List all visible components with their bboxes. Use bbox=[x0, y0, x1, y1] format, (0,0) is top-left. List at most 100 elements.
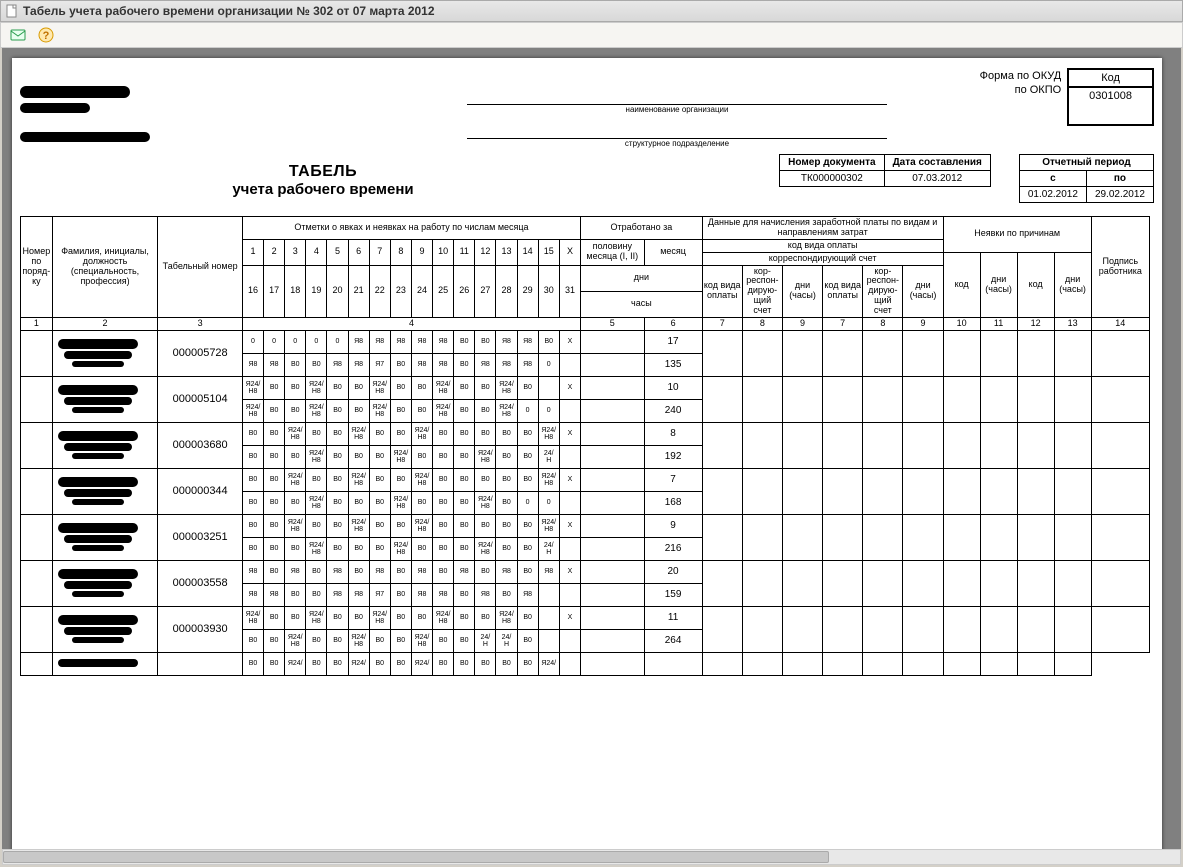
month-days: 20 bbox=[644, 560, 702, 583]
day-header-3: 3 bbox=[285, 239, 306, 265]
day-header-31: 31 bbox=[559, 265, 580, 317]
col-paycode-hdr: код вида оплаты bbox=[702, 239, 943, 252]
col-acc2: кор-респон-дирую-щий счет bbox=[863, 265, 903, 317]
half-days bbox=[581, 330, 644, 353]
period-to: 29.02.2012 bbox=[1086, 187, 1153, 203]
employee-name bbox=[52, 468, 158, 514]
day-header-22: 22 bbox=[369, 265, 390, 317]
half-hours bbox=[581, 445, 644, 468]
month-hours: 264 bbox=[644, 629, 702, 652]
half-hours bbox=[581, 491, 644, 514]
doc-num-value: ТК000000302 bbox=[780, 171, 884, 187]
okpo-label: по ОКПО bbox=[1015, 84, 1062, 96]
employee-row: 000005104Я24/Н8В0В0Я24/Н8В0В0Я24/Н8В0В0Я… bbox=[21, 376, 1150, 399]
month-hours: 168 bbox=[644, 491, 702, 514]
doc-date-value: 07.03.2012 bbox=[884, 171, 990, 187]
day-header-23: 23 bbox=[390, 265, 411, 317]
day-header-13: 13 bbox=[496, 239, 517, 265]
okpo-value bbox=[1069, 106, 1152, 124]
employee-tabnum: 000005104 bbox=[158, 376, 243, 422]
half-hours bbox=[581, 353, 644, 376]
col-dh2: дни (часы) bbox=[903, 265, 943, 317]
toolbar: ? bbox=[0, 22, 1183, 48]
col-acc-hdr: корреспондирующий счет bbox=[702, 252, 943, 265]
day-header-21: 21 bbox=[348, 265, 369, 317]
half-days bbox=[581, 514, 644, 537]
day-header-19: 19 bbox=[306, 265, 327, 317]
half-days bbox=[581, 422, 644, 445]
col-number: Номер по поряд-ку bbox=[21, 217, 53, 318]
day-header-26: 26 bbox=[454, 265, 475, 317]
period-from: 01.02.2012 bbox=[1019, 187, 1086, 203]
day-header-15: 15 bbox=[538, 239, 559, 265]
col-fio: Фамилия, инициалы, должность (специально… bbox=[52, 217, 158, 318]
title-line1: ТАБЕЛЬ bbox=[28, 163, 618, 181]
employee-tabnum: 000003680 bbox=[158, 422, 243, 468]
redacted-text bbox=[20, 132, 150, 142]
col-tabnum: Табельный номер bbox=[158, 217, 243, 318]
doc-date-label: Дата составления bbox=[884, 155, 990, 171]
day-header-28: 28 bbox=[496, 265, 517, 317]
employee-tabnum: 000003558 bbox=[158, 560, 243, 606]
day-header-6: 6 bbox=[348, 239, 369, 265]
scrollbar-thumb[interactable] bbox=[3, 851, 829, 863]
col-half: половину месяца (I, II) bbox=[581, 239, 644, 265]
col-sign: Подпись работника bbox=[1091, 217, 1149, 318]
col-days: дни bbox=[581, 265, 703, 291]
employee-row: 000003680В0В0Я24/Н8В0В0Я24/Н8В0В0Я24/Н8В… bbox=[21, 422, 1150, 445]
code-box: Код 0301008 bbox=[1067, 68, 1154, 126]
doc-num-label: Номер документа bbox=[780, 155, 884, 171]
period-from-label: с bbox=[1019, 171, 1086, 187]
month-days: 9 bbox=[644, 514, 702, 537]
day-header-27: 27 bbox=[475, 265, 496, 317]
day-header-7: 7 bbox=[369, 239, 390, 265]
day-header-12: 12 bbox=[475, 239, 496, 265]
day-header-16: 16 bbox=[242, 265, 263, 317]
window-title: Табель учета рабочего времени организаци… bbox=[23, 4, 435, 18]
okud-value: 0301008 bbox=[1069, 88, 1152, 106]
period-label: Отчетный период bbox=[1019, 155, 1153, 171]
help-button[interactable]: ? bbox=[35, 24, 57, 46]
window-titlebar: Табель учета рабочего времени организаци… bbox=[0, 0, 1183, 22]
employee-name bbox=[52, 376, 158, 422]
day-header-2: 2 bbox=[264, 239, 285, 265]
employee-row: 000003251В0В0Я24/Н8В0В0Я24/Н8В0В0Я24/Н8В… bbox=[21, 514, 1150, 537]
employee-row: 000000344В0В0Я24/Н8В0В0Я24/Н8В0В0Я24/Н8В… bbox=[21, 468, 1150, 491]
day-header-18: 18 bbox=[285, 265, 306, 317]
code-header: Код bbox=[1069, 70, 1152, 88]
half-days bbox=[581, 468, 644, 491]
envelope-green-icon bbox=[10, 28, 26, 42]
employee-name bbox=[52, 514, 158, 560]
timesheet-table: Номер по поряд-куФамилия, инициалы, долж… bbox=[20, 216, 1150, 676]
month-days: 7 bbox=[644, 468, 702, 491]
employee-row: 000003558Я8В0Я8В0Я8В0Я8В0Я8В0Я8В0Я8В0Я8Х… bbox=[21, 560, 1150, 583]
col-worked: Отработано за bbox=[581, 217, 703, 240]
half-hours bbox=[581, 399, 644, 422]
col-acc: кор-респон-дирую-щий счет bbox=[742, 265, 782, 317]
dept-label: структурное подразделение bbox=[450, 139, 904, 148]
employee-row: В0В0Я24/В0В0Я24/В0В0Я24/В0В0В0В0В0Я24/ bbox=[21, 652, 1150, 675]
employee-row: 000003930Я24/Н8В0В0Я24/Н8В0В0Я24/Н8В0В0Я… bbox=[21, 606, 1150, 629]
day-header-29: 29 bbox=[517, 265, 538, 317]
document-title: ТАБЕЛЬ учета рабочего времени bbox=[28, 163, 618, 198]
day-header-25: 25 bbox=[433, 265, 454, 317]
period-to-label: по bbox=[1086, 171, 1153, 187]
col-abs-code2: код bbox=[1017, 252, 1054, 317]
employee-tabnum: 000003930 bbox=[158, 606, 243, 652]
document-viewport[interactable]: наименование организации структурное под… bbox=[2, 48, 1181, 849]
month-hours: 159 bbox=[644, 583, 702, 606]
half-hours bbox=[581, 583, 644, 606]
half-days bbox=[581, 560, 644, 583]
day-header-10: 10 bbox=[433, 239, 454, 265]
employee-name bbox=[52, 560, 158, 606]
employee-tabnum: 000003251 bbox=[158, 514, 243, 560]
col-abs-dh2: дни (часы) bbox=[1054, 252, 1091, 317]
title-line2: учета рабочего времени bbox=[28, 181, 618, 198]
org-name-label: наименование организации bbox=[450, 105, 904, 114]
employee-tabnum: 000000344 bbox=[158, 468, 243, 514]
save-button[interactable] bbox=[7, 24, 29, 46]
day-header-Х: Х bbox=[559, 239, 580, 265]
day-header-30: 30 bbox=[538, 265, 559, 317]
horizontal-scrollbar[interactable] bbox=[2, 849, 1181, 865]
document-icon bbox=[5, 4, 19, 18]
